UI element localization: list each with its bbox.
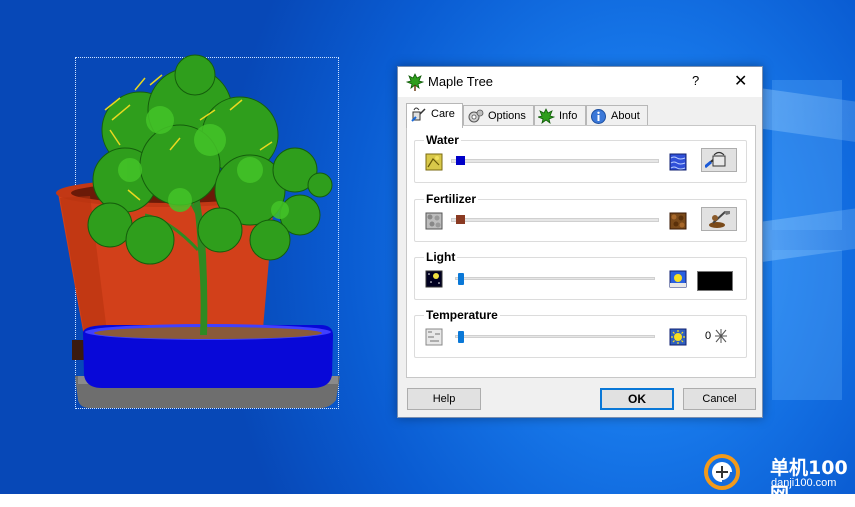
tab-care-label: Care xyxy=(431,108,455,120)
water-title: Water xyxy=(424,133,461,147)
watering-can-icon xyxy=(411,107,426,122)
water-plant-button[interactable] xyxy=(701,148,737,172)
gears-icon xyxy=(468,109,484,123)
tab-about-label: About xyxy=(611,110,640,122)
night-icon xyxy=(425,270,443,288)
info-icon xyxy=(591,109,606,124)
watermark-url: danji100.com xyxy=(771,477,837,489)
fertilizer-title: Fertilizer xyxy=(424,192,479,206)
fertilizer-shovel-icon xyxy=(709,211,730,228)
bonsai-plant-image[interactable] xyxy=(50,50,350,420)
watering-can-icon xyxy=(705,151,726,169)
water-icon xyxy=(669,153,687,171)
water-level-indicator[interactable] xyxy=(456,156,465,165)
title-bar[interactable]: Maple Tree ? ✕ xyxy=(398,67,762,97)
thermometer-icon xyxy=(715,329,727,343)
care-tab-panel: Water Fertilizer Light Temperature 0 xyxy=(406,125,756,378)
ok-button[interactable]: OK xyxy=(600,388,674,410)
cold-icon xyxy=(425,328,443,346)
tab-about[interactable]: About xyxy=(586,105,648,126)
water-group: Water xyxy=(414,133,747,183)
dialog-title: Maple Tree xyxy=(428,74,494,89)
cancel-button[interactable]: Cancel xyxy=(683,388,756,410)
dry-soil-icon xyxy=(425,153,443,171)
fertilizer-group: Fertilizer xyxy=(414,192,747,242)
temperature-value: 0 xyxy=(705,330,712,342)
watermark-logo xyxy=(704,454,740,490)
help-title-button[interactable]: ? xyxy=(692,73,699,88)
rich-soil-icon xyxy=(669,212,687,230)
temperature-slider-thumb[interactable] xyxy=(457,331,464,343)
tab-options[interactable]: Options xyxy=(463,105,534,126)
leaf-icon xyxy=(538,108,555,124)
leaf-icon xyxy=(406,73,424,91)
fertilizer-level-indicator[interactable] xyxy=(456,215,465,224)
light-slider-track[interactable] xyxy=(455,277,655,280)
poor-soil-icon xyxy=(425,212,443,230)
temperature-title: Temperature xyxy=(424,308,500,322)
maple-tree-dialog: Maple Tree ? ✕ Care Options Info About W… xyxy=(397,66,763,418)
help-button[interactable]: Help xyxy=(407,388,481,410)
tab-options-label: Options xyxy=(488,110,526,122)
light-title: Light xyxy=(424,250,458,264)
close-button[interactable]: ✕ xyxy=(734,71,747,91)
water-slider-track[interactable] xyxy=(451,159,659,163)
light-slider-thumb[interactable] xyxy=(457,273,464,285)
tab-care[interactable]: Care xyxy=(406,103,463,128)
light-group: Light xyxy=(414,250,747,300)
light-color-swatch[interactable] xyxy=(697,271,733,291)
hot-sun-icon xyxy=(669,328,687,346)
tab-info-label: Info xyxy=(559,110,578,122)
fertilize-plant-button[interactable] xyxy=(701,207,737,231)
temperature-group: Temperature 0 xyxy=(414,308,747,358)
temperature-slider-track[interactable] xyxy=(455,335,655,338)
tab-info[interactable]: Info xyxy=(534,105,586,126)
sun-icon xyxy=(669,270,687,288)
fertilizer-slider-track[interactable] xyxy=(451,218,659,222)
